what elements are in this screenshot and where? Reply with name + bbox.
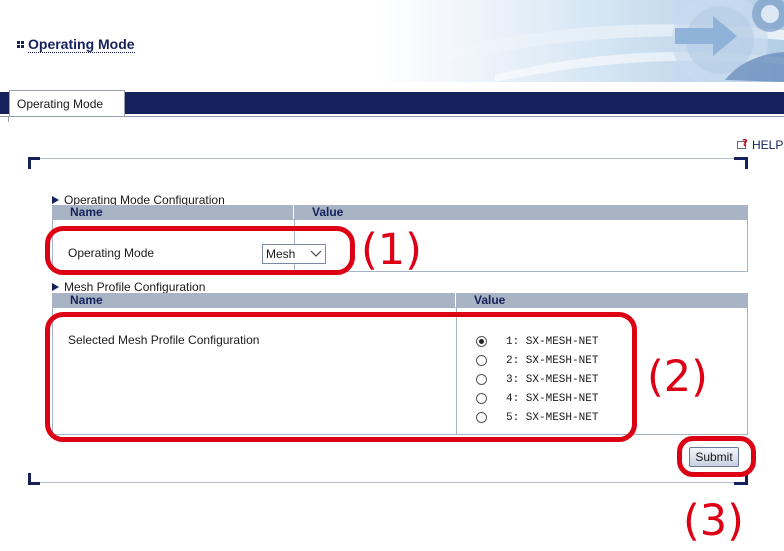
triangle-right-icon [52,283,59,291]
corner-bracket [28,473,40,485]
page-title-text: Operating Mode [28,36,135,53]
corner-bracket [734,157,748,169]
annotation-label-2: (2) [647,352,708,402]
help-book-icon: ? [737,138,749,150]
annotation-box-3 [677,436,756,477]
banner-graphic [415,0,784,82]
frame-bottom-line [40,482,734,483]
header-banner [375,0,784,82]
table-header: Name Value [52,205,748,219]
tab-operating-mode[interactable]: Operating Mode [9,90,125,117]
annotation-label-3: (3) [683,496,744,546]
page-title: Operating Mode [17,36,135,53]
column-header-value: Value [474,293,506,307]
column-header-name: Name [70,293,103,307]
corner-bracket [28,157,40,169]
section-title-text: Mesh Profile Configuration [64,280,206,294]
tab-divider [0,116,784,117]
help-label: HELP [752,138,784,152]
triangle-right-icon [52,196,59,204]
section-title-mesh-profile: Mesh Profile Configuration [52,280,205,294]
table-header: Name Value [52,293,748,307]
annotation-box-2 [45,312,637,442]
column-header-name: Name [70,205,103,219]
annotation-label-1: (1) [361,225,422,275]
column-header-value: Value [312,205,344,219]
tab-bar: Operating Mode [0,90,784,117]
tab-divider-stub [8,116,9,122]
help-link[interactable]: ? HELP [737,138,783,152]
frame-top-line [40,158,734,159]
grid-bullet-icon [17,41,24,48]
annotation-box-1 [45,226,355,275]
